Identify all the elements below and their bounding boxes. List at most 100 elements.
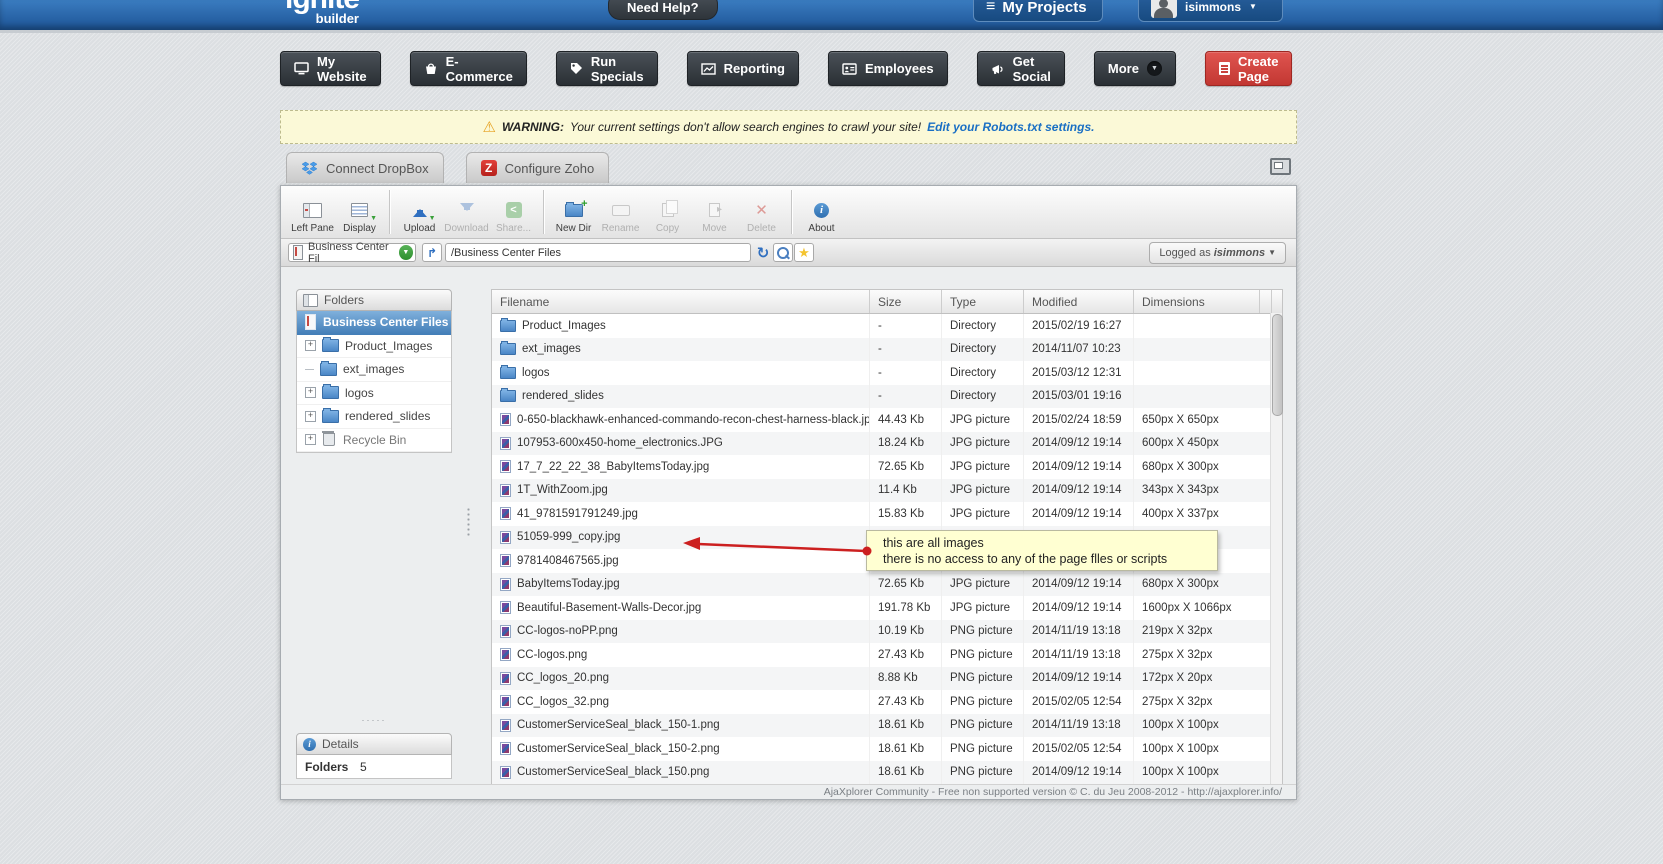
file-dimensions [1134, 314, 1272, 338]
chevron-down-icon: ▼ [370, 215, 377, 222]
file-size: 27.43 Kb [870, 643, 942, 667]
image-file-icon [500, 484, 511, 497]
image-file-icon [500, 554, 511, 567]
upload-button[interactable]: ▼ Upload [396, 186, 443, 238]
tooltip-line2: there is no access to any of the page fl… [883, 551, 1217, 567]
copy-button[interactable]: Copy [644, 186, 691, 238]
tree-item-recycle-bin[interactable]: + Recycle Bin [297, 429, 451, 453]
details-panel-header[interactable]: i Details [296, 733, 452, 755]
table-row[interactable]: 41_9781591791249.jpg 15.83 Kb JPG pictur… [492, 502, 1282, 526]
robots-settings-link[interactable]: Edit your Robots.txt settings. [927, 120, 1094, 134]
image-file-icon [500, 719, 511, 732]
nav-more[interactable]: More ▼ [1094, 51, 1176, 86]
table-row[interactable]: BabyItemsToday.jpg 72.65 Kb JPG picture … [492, 573, 1282, 597]
column-size[interactable]: Size [870, 290, 942, 313]
tree-item-ext-images[interactable]: ext_images [297, 358, 451, 382]
sidebar-splitter[interactable] [467, 507, 470, 537]
download-button[interactable]: Download [443, 186, 490, 238]
about-button[interactable]: i About [798, 186, 845, 238]
megaphone-icon [991, 62, 1005, 75]
scrollbar-thumb[interactable] [1272, 314, 1283, 416]
expand-icon[interactable]: + [305, 411, 316, 422]
new-dir-button[interactable]: + New Dir [550, 186, 597, 238]
table-row[interactable]: Product_Images - Directory 2015/02/19 16… [492, 314, 1282, 338]
table-row[interactable]: Beautiful-Basement-Walls-Decor.jpg 191.7… [492, 596, 1282, 620]
nav-get-social[interactable]: Get Social [977, 51, 1065, 86]
column-type[interactable]: Type [942, 290, 1024, 313]
folders-panel-header[interactable]: Folders [296, 289, 452, 311]
tree-item-product-images[interactable]: + Product_Images [297, 335, 451, 359]
vertical-scrollbar[interactable] [1270, 313, 1282, 784]
folder-icon [320, 363, 337, 376]
table-row[interactable]: 17_7_22_22_38_BabyItemsToday.jpg 72.65 K… [492, 455, 1282, 479]
column-dimensions[interactable]: Dimensions [1134, 290, 1260, 313]
display-button[interactable]: ▼ Display [336, 186, 383, 238]
table-row[interactable]: CustomerServiceSeal_black_150.png 18.61 … [492, 761, 1282, 785]
table-row[interactable]: CustomerServiceSeal_black_150-2.png 18.6… [492, 737, 1282, 761]
image-file-icon [500, 695, 511, 708]
left-pane-button[interactable]: Left Pane [289, 186, 336, 238]
table-row[interactable]: 1T_WithZoom.jpg 11.4 Kb JPG picture 2014… [492, 479, 1282, 503]
people-icon [842, 63, 857, 75]
table-row[interactable]: CustomerServiceSeal_black_150-1.png 18.6… [492, 714, 1282, 738]
chevron-down-icon: ▼ [1268, 249, 1276, 257]
file-size: 10.19 Kb [870, 620, 942, 644]
table-row[interactable]: CC-logos-noPP.png 10.19 Kb PNG picture 2… [492, 620, 1282, 644]
warning-text: Your current settings don't allow search… [570, 120, 921, 134]
connect-dropbox-tab[interactable]: Connect DropBox [286, 152, 444, 183]
image-file-icon [500, 742, 511, 755]
tree-item-rendered-slides[interactable]: + rendered_slides [297, 405, 451, 429]
column-filename[interactable]: Filename [492, 290, 870, 313]
workspace-selector[interactable]: Business Center Fil ▼ [288, 243, 416, 262]
create-page-button[interactable]: Create Page [1205, 51, 1292, 86]
expand-icon[interactable]: + [305, 387, 316, 398]
file-type: JPG picture [942, 432, 1024, 456]
share-button[interactable]: < Share... [490, 186, 537, 238]
nav-label: My Website [317, 54, 367, 84]
nav-my-website[interactable]: My Website [280, 51, 381, 86]
file-size: - [870, 385, 942, 409]
folder-tree: Business Center Files + Product_Images e… [296, 311, 452, 453]
table-row[interactable]: logos - Directory 2015/03/12 12:31 [492, 361, 1282, 385]
search-icon[interactable] [773, 243, 793, 262]
parent-dir-button[interactable]: ↱ [422, 243, 442, 262]
fullscreen-icon[interactable] [1270, 158, 1291, 175]
move-button[interactable]: Move [691, 186, 738, 238]
expand-icon[interactable]: + [305, 434, 316, 445]
path-bar: Business Center Fil ▼ ↱ ↻ ★ Logged as is… [281, 239, 1296, 267]
table-row[interactable]: CC_logos_20.png 8.88 Kb PNG picture 2014… [492, 667, 1282, 691]
file-toolbar: Left Pane ▼ Display ▼ Upload Download < … [281, 186, 1296, 239]
table-row[interactable]: rendered_slides - Directory 2015/03/01 1… [492, 385, 1282, 409]
table-row[interactable]: ext_images - Directory 2014/11/07 10:23 [492, 338, 1282, 362]
table-row[interactable]: CC-logos.png 27.43 Kb PNG picture 2014/1… [492, 643, 1282, 667]
refresh-icon[interactable]: ↻ [753, 243, 773, 262]
logged-as-user: isimmons [1214, 247, 1265, 259]
file-modified: 2014/09/12 19:14 [1024, 667, 1134, 691]
nav-employees[interactable]: Employees [828, 51, 948, 86]
tree-item-business-center-files[interactable]: Business Center Files [297, 311, 451, 335]
panel-resize-handle[interactable]: ····· [296, 715, 452, 725]
table-row[interactable]: 107953-600x450-home_electronics.JPG 18.2… [492, 432, 1282, 456]
delete-button[interactable]: ✕ Delete [738, 186, 785, 238]
copy-icon [662, 203, 674, 217]
folder-icon [500, 343, 516, 355]
create-page-label: Create Page [1238, 54, 1278, 84]
nav-reporting[interactable]: Reporting [687, 51, 799, 86]
table-row[interactable]: 0-650-blackhawk-enhanced-commando-recon-… [492, 408, 1282, 432]
nav-e-commerce[interactable]: E-Commerce [410, 51, 527, 86]
table-row[interactable]: CC_logos_32.png 27.43 Kb PNG picture 201… [492, 690, 1282, 714]
file-modified: 2014/11/19 13:18 [1024, 714, 1134, 738]
expand-icon[interactable]: + [305, 340, 316, 351]
logged-as-button[interactable]: Logged as isimmons ▼ [1149, 242, 1286, 264]
configure-zoho-tab[interactable]: Z Configure Zoho [466, 152, 610, 183]
file-name: 107953-600x450-home_electronics.JPG [517, 437, 723, 449]
nav-label: E-Commerce [446, 54, 513, 84]
rename-button[interactable]: Rename [597, 186, 644, 238]
tree-item-logos[interactable]: + logos [297, 382, 451, 406]
page-container: My Website E-Commerce Run Specials Repor… [280, 0, 1297, 864]
bookmark-star-icon[interactable]: ★ [794, 243, 814, 262]
column-modified[interactable]: Modified [1024, 290, 1134, 313]
path-input[interactable] [445, 243, 751, 262]
file-dimensions: 100px X 100px [1134, 714, 1272, 738]
nav-run-specials[interactable]: Run Specials [556, 51, 658, 86]
